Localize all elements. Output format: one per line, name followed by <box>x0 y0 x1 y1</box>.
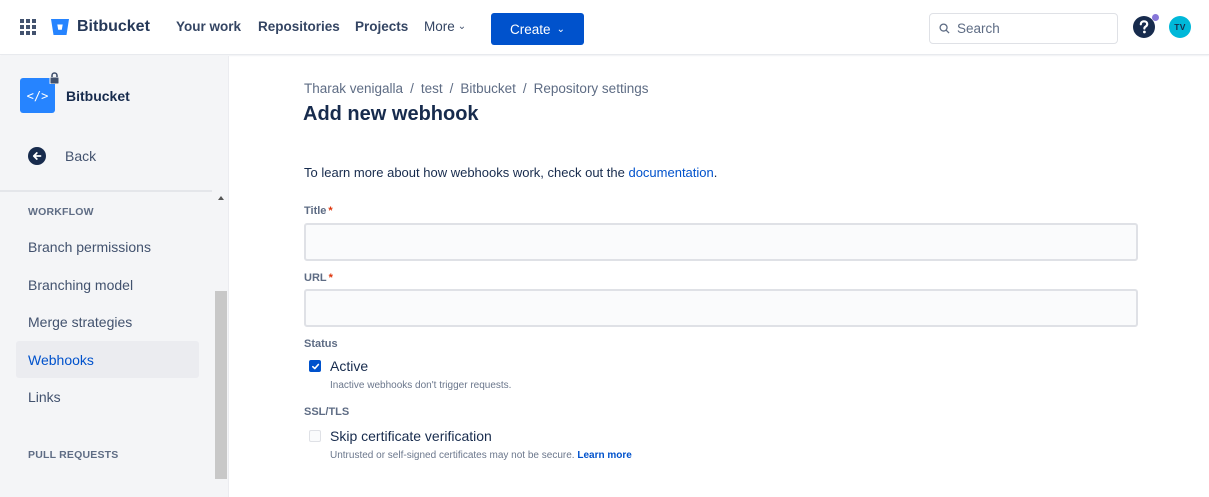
active-label[interactable]: Active <box>330 358 368 374</box>
active-checkbox-row[interactable]: Active <box>309 358 368 374</box>
back-button[interactable]: Back <box>28 147 96 165</box>
breadcrumb-item-repository[interactable]: Bitbucket <box>460 81 516 96</box>
nav-projects[interactable]: Projects <box>355 19 408 34</box>
learn-more-link[interactable]: Learn more <box>577 450 631 461</box>
sidebar-scrollbar[interactable] <box>215 192 227 497</box>
logo-text: Bitbucket <box>77 18 150 35</box>
documentation-link[interactable]: documentation <box>628 165 713 180</box>
top-navigation: Bitbucket Your work Repositories Project… <box>0 0 1209 55</box>
breadcrumb-separator: / <box>410 81 414 96</box>
ssl-tls-label: SSL/TLS <box>304 406 350 418</box>
sidebar-item-branching-model[interactable]: Branching model <box>16 266 199 303</box>
section-title-workflow: WORKFLOW <box>28 206 94 218</box>
skip-helper-text: Untrusted or self-signed certificates ma… <box>330 450 632 461</box>
bitbucket-logo-icon <box>51 19 69 35</box>
title-label-text: Title <box>304 205 327 217</box>
search-box[interactable] <box>929 13 1118 44</box>
skip-verification-label[interactable]: Skip certificate verification <box>330 428 492 444</box>
breadcrumb-item-project[interactable]: test <box>421 81 443 96</box>
lock-icon <box>49 72 60 84</box>
search-input[interactable] <box>957 21 1097 36</box>
sidebar-item-links[interactable]: Links <box>16 378 199 415</box>
create-button-label: Create <box>510 21 551 37</box>
scrollbar-thumb[interactable] <box>215 291 227 479</box>
repository-name[interactable]: Bitbucket <box>66 88 130 104</box>
chevron-down-icon: ⌄ <box>457 21 467 32</box>
url-input[interactable] <box>306 291 1136 325</box>
nav-more-label: More <box>424 19 455 34</box>
sidebar-item-merge-strategies[interactable]: Merge strategies <box>16 303 199 340</box>
avatar[interactable]: TV <box>1169 16 1191 38</box>
arrow-left-icon <box>28 147 46 165</box>
title-field[interactable] <box>304 223 1138 261</box>
required-marker: * <box>328 272 333 284</box>
breadcrumb-separator: / <box>449 81 454 96</box>
search-icon <box>939 23 950 34</box>
title-input[interactable] <box>306 225 1136 259</box>
skip-helper-body: Untrusted or self-signed certificates ma… <box>330 450 578 461</box>
url-field[interactable] <box>304 289 1138 327</box>
app-switcher-icon[interactable] <box>20 19 36 35</box>
nav-more[interactable]: More ⌄ <box>424 19 466 34</box>
intro-text-body: To learn more about how webhooks work, c… <box>304 165 629 180</box>
nav-repositories[interactable]: Repositories <box>258 19 340 34</box>
checkmark-icon <box>311 363 319 369</box>
sidebar-item-webhooks[interactable]: Webhooks <box>16 341 199 378</box>
breadcrumb: Tharak venigalla / test / Bitbucket / Reposito… <box>304 81 648 96</box>
sidebar: </> Bitbucket Back WORKFLOW Branch permi… <box>0 56 229 497</box>
intro-text-end: . <box>713 165 718 180</box>
url-field-label: URL * <box>304 272 333 284</box>
active-helper-text: Inactive webhooks don't trigger requests… <box>330 380 512 391</box>
create-button[interactable]: Create ⌄ <box>491 13 584 45</box>
section-title-pull-requests: PULL REQUESTS <box>28 449 119 461</box>
intro-text: To learn more about how webhooks work, c… <box>304 165 717 180</box>
notification-dot <box>1152 14 1159 21</box>
skip-verification-row[interactable]: Skip certificate verification <box>309 428 492 444</box>
skip-verification-checkbox[interactable] <box>309 430 321 442</box>
scroll-up-arrow-icon[interactable] <box>218 196 224 200</box>
nav-your-work[interactable]: Your work <box>176 19 241 34</box>
bitbucket-logo[interactable]: Bitbucket <box>50 17 150 37</box>
sidebar-divider <box>0 190 212 192</box>
back-label: Back <box>65 148 97 164</box>
active-checkbox[interactable] <box>309 360 321 372</box>
title-field-label: Title * <box>304 205 333 217</box>
sidebar-item-branch-permissions[interactable]: Branch permissions <box>16 228 199 265</box>
breadcrumb-item-settings[interactable]: Repository settings <box>534 81 649 96</box>
page-title: Add new webhook <box>303 103 479 125</box>
chevron-down-icon: ⌄ <box>556 23 565 35</box>
breadcrumb-item-user[interactable]: Tharak venigalla <box>304 81 403 96</box>
required-marker: * <box>328 205 333 217</box>
url-label-text: URL <box>304 272 327 284</box>
breadcrumb-separator: / <box>522 81 527 96</box>
status-label: Status <box>304 338 338 350</box>
